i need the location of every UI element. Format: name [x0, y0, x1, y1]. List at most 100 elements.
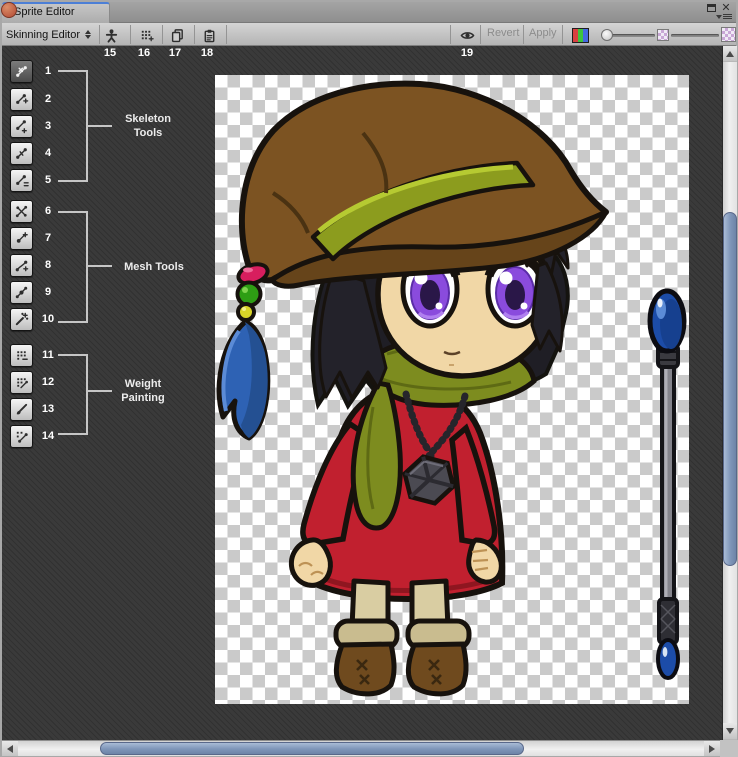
tool-callout-2: 2	[36, 93, 60, 105]
tool-bone-influence[interactable]	[10, 425, 33, 448]
toolbar-separator	[562, 25, 563, 44]
scrollbar-corner	[720, 740, 738, 757]
color-channels-button[interactable]	[572, 28, 589, 43]
tool-weight-brush[interactable]	[10, 398, 33, 421]
mip-slider[interactable]	[671, 34, 719, 37]
weight-brush-icon	[14, 402, 29, 417]
tool-auto-geometry[interactable]	[10, 308, 33, 331]
group-label-weight-painting: Weight Painting	[110, 377, 176, 405]
close-icon[interactable]: ✕	[720, 2, 732, 14]
tool-callout-4: 4	[36, 147, 60, 159]
create-edge-icon	[14, 258, 29, 273]
arrow-down-icon	[726, 728, 734, 734]
toolbar-separator	[480, 25, 481, 44]
sprite-editor-window: { "window": { "tab_title": "Sprite Edito…	[0, 0, 738, 757]
visibility-button[interactable]	[456, 25, 478, 45]
split-edge-icon	[14, 285, 29, 300]
arrow-left-icon	[7, 745, 13, 753]
arrow-right-icon	[709, 745, 715, 753]
scroll-up-button[interactable]	[723, 46, 737, 61]
horizontal-scrollbar-thumb[interactable]	[100, 742, 524, 755]
toolbar-separator	[450, 25, 451, 44]
tool-callout-6: 6	[36, 205, 60, 217]
bracket-skeleton-tools	[88, 125, 112, 127]
preview-pose-icon	[14, 64, 29, 79]
zoom-slider-knob[interactable]	[601, 29, 613, 41]
tool-callout-11: 11	[36, 349, 60, 361]
scroll-down-button[interactable]	[723, 723, 737, 739]
tool-auto-weights[interactable]	[10, 344, 33, 367]
reparent-bone-icon	[14, 173, 29, 188]
tool-create-bone[interactable]	[10, 115, 33, 138]
tab-title: Sprite Editor	[14, 6, 75, 18]
edit-joints-icon	[14, 92, 29, 107]
paste-button[interactable]	[198, 25, 220, 45]
tool-split-edge[interactable]	[10, 281, 33, 304]
reset-pose-button[interactable]	[100, 25, 122, 45]
bracket-mesh-tools	[58, 321, 88, 323]
callout-16: 16	[133, 47, 155, 59]
mip-low-icon	[657, 29, 669, 41]
callout-15: 15	[99, 47, 121, 59]
tool-callout-1: 1	[36, 65, 60, 77]
character-sprite	[215, 75, 689, 704]
group-label-skeleton-tools: Skeleton Tools	[112, 112, 184, 140]
tab-sprite-editor[interactable]: Sprite Editor	[2, 2, 110, 23]
create-vertex-icon	[14, 231, 29, 246]
sprite-canvas[interactable]	[215, 75, 689, 704]
tool-callout-9: 9	[36, 286, 60, 298]
staff-sprite	[650, 291, 684, 678]
tool-preview-pose[interactable]	[10, 60, 33, 83]
bracket-weight-painting	[86, 354, 88, 435]
mode-dropdown-value: Skinning Editor	[6, 29, 80, 41]
tool-create-vertex[interactable]	[10, 227, 33, 250]
tool-callout-14: 14	[36, 430, 60, 442]
weight-slider-icon	[14, 375, 29, 390]
maximize-icon[interactable]	[707, 4, 716, 12]
tool-callout-13: 13	[36, 403, 60, 415]
bracket-mesh-tools	[88, 265, 112, 267]
window-menu-icon[interactable]	[716, 14, 732, 19]
callout-17: 17	[164, 47, 186, 59]
arrow-up-icon	[726, 51, 734, 57]
tool-split-bone[interactable]	[10, 142, 33, 165]
apply-button[interactable]: Apply	[529, 27, 557, 39]
bone-influence-icon	[14, 429, 29, 444]
mode-dropdown[interactable]: Skinning Editor	[6, 27, 91, 42]
dropdown-arrows-icon	[85, 30, 91, 39]
bracket-skeleton-tools	[58, 70, 88, 72]
toolbar-separator	[162, 25, 163, 44]
tool-create-edge[interactable]	[10, 254, 33, 277]
callout-18: 18	[196, 47, 218, 59]
vertical-scrollbar-thumb[interactable]	[723, 212, 737, 566]
tool-callout-12: 12	[36, 376, 60, 388]
scroll-right-button[interactable]	[704, 741, 720, 756]
tool-callout-10: 10	[36, 313, 60, 325]
create-bone-icon	[14, 119, 29, 134]
edit-geometry-icon	[14, 204, 29, 219]
bracket-weight-painting	[58, 433, 88, 435]
revert-button[interactable]: Revert	[487, 27, 519, 39]
mip-high-icon	[721, 27, 736, 42]
tool-edit-joints[interactable]	[10, 88, 33, 111]
auto-weights-icon	[14, 348, 29, 363]
scroll-left-button[interactable]	[2, 741, 18, 756]
bracket-mesh-tools	[58, 211, 88, 213]
bracket-skeleton-tools	[58, 180, 88, 182]
toggle-sprite-sheet-button[interactable]	[135, 25, 157, 45]
paste-icon	[202, 28, 217, 43]
tool-weight-slider[interactable]	[10, 371, 33, 394]
toolbar-separator	[523, 25, 524, 44]
auto-geometry-icon	[14, 312, 29, 327]
tool-reparent-bone[interactable]	[10, 169, 33, 192]
tool-callout-8: 8	[36, 259, 60, 271]
callout-19: 19	[456, 47, 478, 59]
zoom-slider[interactable]	[608, 34, 655, 37]
witch-sprite	[219, 84, 606, 694]
copy-button[interactable]	[166, 25, 188, 45]
bracket-mesh-tools	[86, 211, 88, 323]
toolbar-separator	[194, 25, 195, 44]
tool-edit-geometry[interactable]	[10, 200, 33, 223]
unsaved-indicator-icon	[1, 2, 17, 18]
group-label-mesh-tools: Mesh Tools	[114, 260, 194, 274]
